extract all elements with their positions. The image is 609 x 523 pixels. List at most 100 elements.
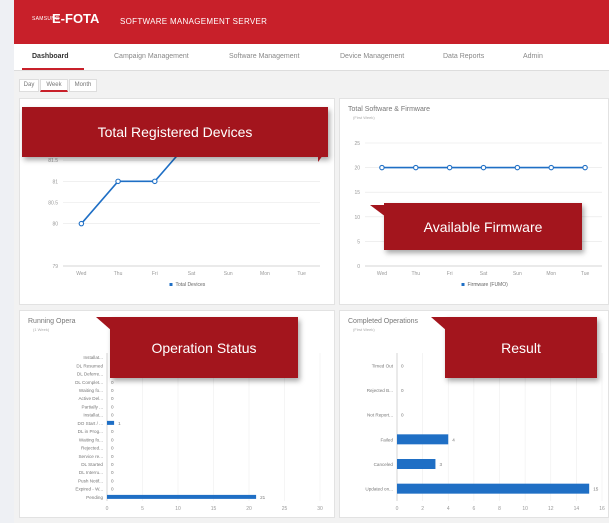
app-subtitle: SOFTWARE MANAGEMENT SERVER: [120, 17, 268, 26]
data-label: 1: [118, 421, 121, 426]
callout-operation-text: Operation Status: [151, 339, 257, 356]
category-label: Pending: [86, 495, 103, 500]
data-label: 0: [111, 429, 114, 434]
tab-data-reports[interactable]: Data Reports: [443, 53, 484, 60]
x-tick-label: 4: [447, 506, 450, 512]
y-tick-label: 0: [357, 264, 360, 270]
data-label: 0: [111, 462, 114, 467]
bar: [397, 434, 449, 445]
bar: [397, 483, 590, 494]
data-point: [413, 164, 419, 171]
top-header: SAMSUNG E-FOTA SOFTWARE MANAGEMENT SERVE…: [14, 0, 609, 44]
category-label: Not Report...: [367, 413, 393, 418]
y-tick-label: 20: [354, 166, 360, 172]
category-label: Updated on...: [365, 487, 393, 492]
data-label: 0: [401, 413, 404, 418]
x-tick-label: Tue: [297, 271, 306, 277]
period-month[interactable]: Month: [69, 79, 97, 92]
x-tick-label: Tue: [581, 271, 590, 277]
x-tick-label: 12: [548, 506, 554, 512]
x-tick-label: Sat: [188, 271, 196, 277]
tab-dashboard[interactable]: Dashboard: [32, 53, 69, 60]
category-label: Installat...: [83, 355, 103, 360]
x-tick-label: 0: [396, 506, 399, 512]
bar: [107, 420, 115, 425]
data-point: [480, 164, 487, 171]
x-tick-label: Thu: [411, 271, 420, 277]
callout-devices-text: Total Registered Devices: [97, 124, 253, 140]
y-tick-label: 79: [52, 264, 58, 270]
completed-panel-subtitle: (First Week): [353, 327, 375, 332]
running-panel-subtitle: (1 Week): [33, 327, 50, 332]
data-label: 0: [401, 388, 404, 393]
x-tick-label: 16: [599, 506, 605, 512]
data-label: 15: [593, 487, 599, 492]
data-label: 0: [111, 470, 114, 475]
tab-device-management[interactable]: Device Management: [340, 53, 404, 60]
x-tick-label: Fri: [447, 271, 453, 277]
x-tick-label: 6: [472, 506, 475, 512]
data-label: 4: [452, 437, 455, 442]
x-tick-label: 10: [175, 506, 181, 512]
category-label: Waiting fo...: [79, 437, 103, 442]
x-tick-label: 30: [317, 506, 323, 512]
tab-software-management[interactable]: Software Management: [229, 53, 299, 60]
data-label: 21: [260, 495, 266, 500]
tab-campaign-management[interactable]: Campaign Management: [114, 53, 189, 60]
data-label: 0: [111, 487, 114, 492]
y-tick-label: 80: [52, 222, 58, 228]
legend-label: Firmware (FUMO): [468, 282, 509, 288]
x-tick-label: 2: [421, 506, 424, 512]
y-tick-label: 10: [354, 215, 360, 221]
callout-firmware-tail: [370, 205, 386, 217]
firmware-panel: Total Software & Firmware (First Week) 0…: [339, 98, 609, 305]
completed-panel-title: Completed Operations: [348, 318, 419, 325]
category-label: DO Start / ...: [77, 421, 103, 426]
x-tick-label: Mon: [260, 271, 270, 277]
data-label: 0: [111, 396, 114, 401]
category-label: Rejected B...: [367, 388, 393, 393]
callout-devices-tail: [318, 148, 328, 162]
category-label: Rejected...: [81, 446, 103, 451]
period-day[interactable]: Day: [19, 79, 39, 92]
active-tab-indicator: [22, 68, 84, 70]
tab-admin[interactable]: Admin: [523, 53, 543, 60]
callout-operation-tail: [96, 317, 112, 331]
y-tick-label: 5: [357, 239, 360, 245]
x-tick-label: Sun: [513, 271, 522, 277]
x-tick-label: Fri: [152, 271, 158, 277]
data-point: [152, 178, 158, 185]
bar: [397, 459, 436, 469]
data-label: 3: [439, 462, 442, 467]
callout-total-registered-devices: Total Registered Devices: [22, 107, 328, 157]
x-tick-label: 5: [141, 506, 144, 512]
data-point: [548, 164, 554, 171]
callout-result-tail: [431, 317, 447, 331]
firmware-panel-title: Total Software & Firmware: [348, 106, 431, 113]
period-week[interactable]: Week: [40, 79, 68, 92]
category-label: DL Interru...: [79, 470, 103, 475]
category-label: Service re...: [78, 454, 103, 459]
data-point: [115, 178, 121, 185]
category-label: Installat...: [83, 413, 103, 418]
y-tick-label: 80.5: [48, 201, 58, 207]
x-tick-label: 15: [211, 506, 217, 512]
category-label: DL Started: [81, 462, 103, 467]
firmware-panel-subtitle: (First Week): [353, 115, 375, 120]
category-label: Failed: [380, 437, 393, 442]
x-tick-label: 25: [282, 506, 288, 512]
data-point: [379, 164, 385, 171]
x-tick-label: 8: [498, 506, 501, 512]
callout-operation-status: Operation Status: [110, 317, 298, 378]
legend-swatch: [461, 283, 465, 286]
y-tick-label: 25: [354, 141, 360, 147]
category-label: Push Notif...: [78, 478, 103, 483]
x-tick-label: 10: [522, 506, 528, 512]
data-label: 0: [111, 437, 114, 442]
y-tick-label: 81: [52, 179, 58, 185]
x-tick-label: Thu: [114, 271, 123, 277]
category-label: Waiting fo...: [79, 388, 103, 393]
data-label: 0: [111, 404, 114, 409]
running-panel-title: Running Opera: [28, 318, 76, 325]
category-label: DL Deferre...: [77, 372, 103, 377]
